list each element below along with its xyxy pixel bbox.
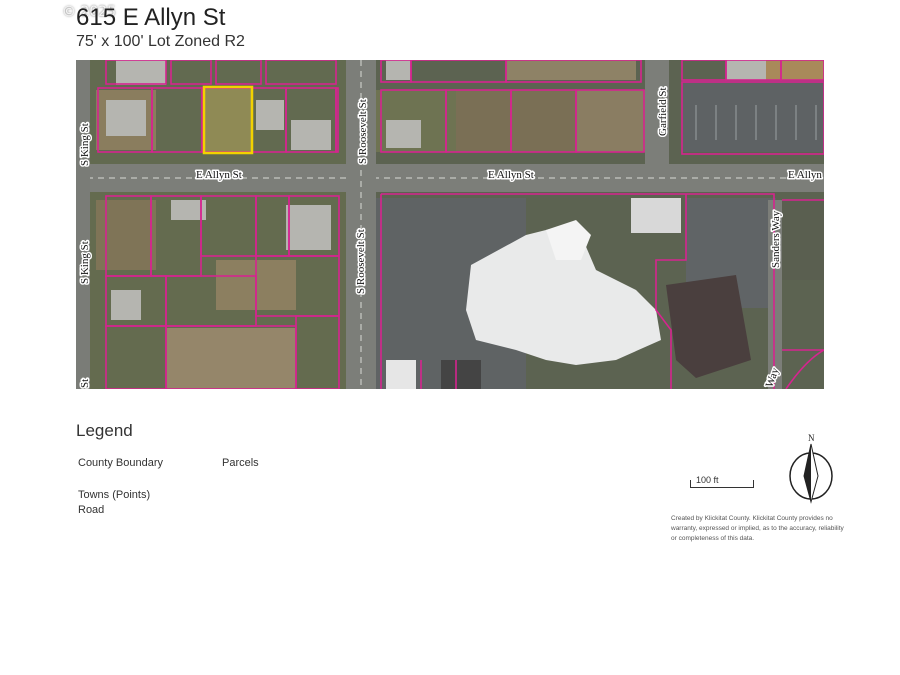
scale-bar-label: 100 ft — [696, 475, 719, 485]
legend-item-county-boundary: County Boundary — [78, 457, 163, 469]
street-label-roosevelt-top: S Roosevelt St — [357, 99, 369, 164]
page-subtitle: 75' x 100' Lot Zoned R2 — [76, 33, 245, 50]
street-label-allyn-left: E Allyn St — [196, 169, 242, 181]
north-arrow-icon: N — [786, 432, 836, 506]
page-title: 615 E Allyn St — [76, 4, 226, 31]
legend-title: Legend — [76, 421, 133, 440]
map-canvas: S King St S King St St S Roosevelt St S … — [76, 60, 824, 389]
legend-item-towns: Towns (Points) — [78, 489, 151, 501]
street-label-sanders: Sanders Way — [770, 210, 782, 268]
north-arrow-label: N — [808, 433, 815, 443]
street-label-allyn-right: E Allyn — [788, 169, 822, 181]
street-label-king-top: S King St — [79, 123, 91, 166]
legend-item-road: Road — [78, 504, 105, 516]
street-label-king-bottom: St — [79, 379, 91, 388]
street-label-allyn-mid: E Allyn St — [488, 169, 534, 181]
street-label-king-mid: S King St — [79, 241, 91, 284]
street-label-garfield: Garfield St — [657, 87, 669, 136]
scale-bar: 100 ft — [690, 474, 754, 488]
legend-item-parcels: Parcels — [222, 457, 259, 469]
street-label-roosevelt-bottom: S Roosevelt St — [355, 229, 367, 294]
aerial-parcel-map[interactable]: S King St S King St St S Roosevelt St S … — [76, 60, 824, 389]
disclaimer-text: Created by Klickitat County. Klickitat C… — [671, 515, 844, 542]
